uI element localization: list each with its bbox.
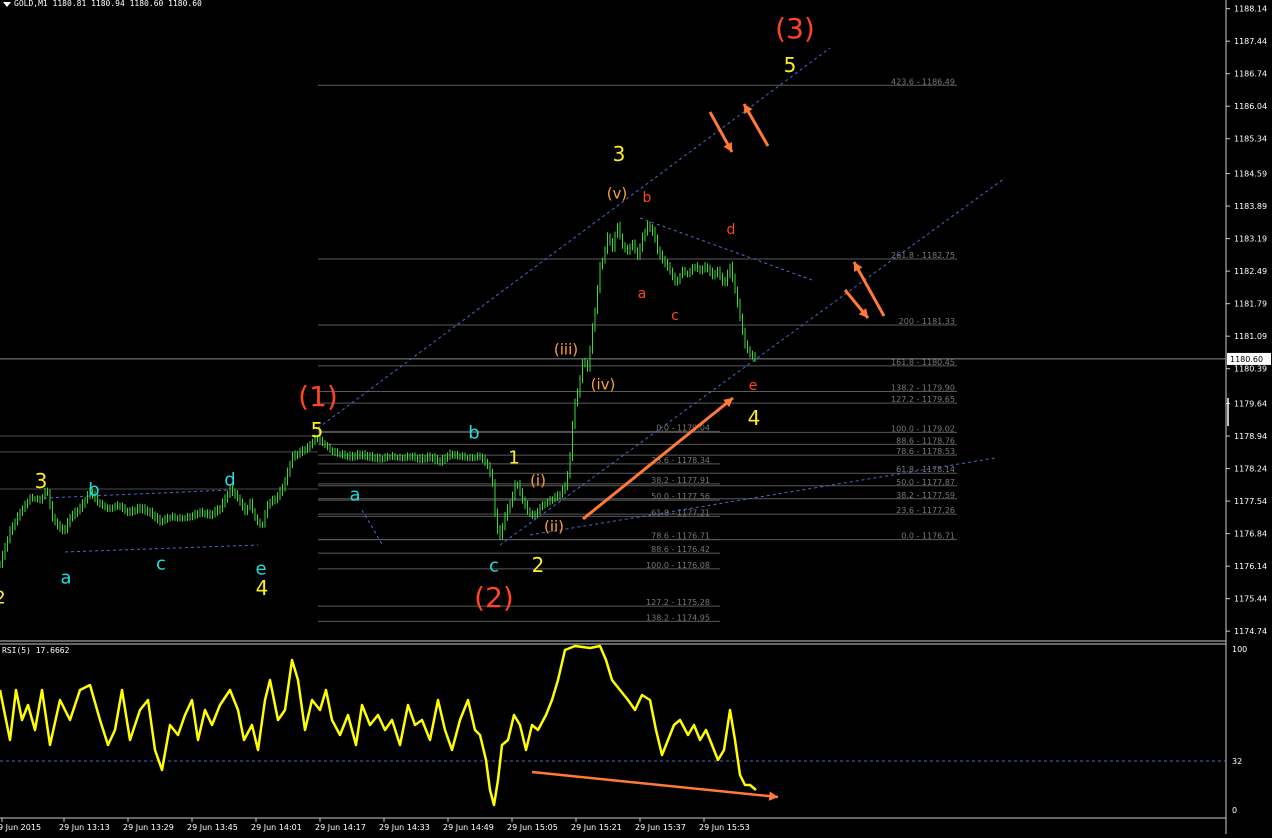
orange-arrow xyxy=(708,111,734,153)
wave-label: c xyxy=(489,555,499,576)
fib-level-label: 127.2 - 1175.28 xyxy=(646,598,710,607)
fib-level-label: 138.2 - 1179.90 xyxy=(891,383,955,392)
fib-level-label: 88.6 - 1178.76 xyxy=(896,436,955,445)
fib-level-label: 78.6 - 1178.53 xyxy=(896,447,955,456)
y-tick-label: 1187.44 xyxy=(1234,37,1267,46)
orange-arrow xyxy=(742,103,770,147)
fib-level-label: 423.6 - 1186.49 xyxy=(891,77,955,86)
fib-level-label: 78.6 - 1176.71 xyxy=(651,532,710,541)
x-tick-label: 29 Jun 14:17 xyxy=(315,823,366,832)
current-price-tag: 1180.60 xyxy=(1230,355,1263,364)
wave-label: d xyxy=(727,222,736,238)
wave-label: a xyxy=(638,286,647,302)
rsi-tick-label: 0 xyxy=(1232,806,1237,815)
wave-label: (ii) xyxy=(544,517,564,535)
fib-level-label: 100.0 - 1179.02 xyxy=(891,424,955,433)
wave-label: e xyxy=(749,378,758,394)
x-tick-label: 29 Jun 13:13 xyxy=(59,823,110,832)
y-tick-label: 1186.74 xyxy=(1234,70,1267,79)
wave-label: (i) xyxy=(530,471,546,489)
fib-level-label: 88.6 - 1176.42 xyxy=(651,545,710,554)
wave-label: 2 xyxy=(532,553,545,577)
fib-level-label: 200 - 1181.33 xyxy=(899,317,955,326)
y-tick-label: 1181.09 xyxy=(1234,332,1267,341)
fib-level-label: 38.2 - 1177.59 xyxy=(896,491,955,500)
fib-level-label: 50.0 - 1177.87 xyxy=(896,478,955,487)
y-tick-label: 1188.14 xyxy=(1234,5,1267,14)
rsi-tick-label: 32 xyxy=(1232,757,1242,766)
trendline xyxy=(361,509,383,545)
wave-label: b xyxy=(643,190,652,206)
orange-arrow xyxy=(843,289,870,319)
x-tick-label: 29 Jun 15:21 xyxy=(571,823,622,832)
y-tick-label: 1174.74 xyxy=(1234,627,1267,636)
fib-level-label: 50.0 - 1177.56 xyxy=(651,492,710,501)
y-tick-label: 1182.49 xyxy=(1234,267,1267,276)
fib-level-label: 261.8 - 1182.75 xyxy=(891,251,955,260)
y-tick-label: 1183.89 xyxy=(1234,202,1267,211)
wave-label: c xyxy=(671,308,679,324)
y-tick-label: 1183.19 xyxy=(1234,235,1267,244)
wave-label: c xyxy=(156,553,166,574)
arrow-head xyxy=(768,791,778,801)
y-tick-label: 1177.54 xyxy=(1234,497,1267,506)
y-tick-label: 1178.94 xyxy=(1234,432,1267,441)
wave-label: b xyxy=(88,479,99,500)
y-tick-label: 1176.84 xyxy=(1234,530,1267,539)
fib-level-label: 100.0 - 1176.08 xyxy=(646,561,710,570)
wave-label: 5 xyxy=(784,53,797,77)
wave-label: d xyxy=(224,469,235,490)
wave-label: (iii) xyxy=(554,340,578,358)
x-tick-label: 29 Jun 14:49 xyxy=(443,823,494,832)
wave-label: 3 xyxy=(613,142,626,166)
x-tick-label: 29 Jun 14:01 xyxy=(251,823,302,832)
y-tick-label: 1179.64 xyxy=(1234,400,1267,409)
rsi-line xyxy=(0,644,757,807)
fib-level-label: 0.0 - 1176.71 xyxy=(901,532,955,541)
wave-label: a xyxy=(60,567,71,588)
price-chart[interactable]: 423.6 - 1186.49 261.8 - 1182.75 200 - 1181… xyxy=(0,0,1272,834)
x-tick-label: 29 Jun 13:45 xyxy=(187,823,238,832)
trendline xyxy=(43,489,231,499)
symbol-dropdown-icon[interactable] xyxy=(3,2,11,7)
x-tick-label: 29 Jun 15:53 xyxy=(699,823,750,832)
y-tick-label: 1186.04 xyxy=(1234,102,1267,111)
wave-label: 4 xyxy=(748,406,761,430)
x-tick-label: 9 Jun 2015 xyxy=(0,823,41,832)
x-tick-label: 29 Jun 15:05 xyxy=(507,823,558,832)
fib-level-label: 127.2 - 1179.65 xyxy=(891,395,955,404)
y-tick-label: 1181.79 xyxy=(1234,300,1267,309)
trendline xyxy=(317,47,831,429)
chart-window[interactable]: 423.6 - 1186.49 261.8 - 1182.75 200 - 1181… xyxy=(0,0,1272,834)
fib-level-label: 138.2 - 1174.95 xyxy=(646,613,710,622)
wave-label: 3 xyxy=(35,469,48,493)
y-tick-label: 1175.44 xyxy=(1234,595,1267,604)
y-tick-label: 1184.59 xyxy=(1234,170,1267,179)
wave-label: 1 xyxy=(508,447,519,468)
y-tick-label: 1180.39 xyxy=(1234,365,1267,374)
y-tick-label: 1185.34 xyxy=(1234,135,1267,144)
y-tick-label: 1178.24 xyxy=(1234,465,1267,474)
wave-label: (iv) xyxy=(591,375,616,393)
wave-label: (3) xyxy=(775,12,815,45)
y-tick-label: 1176.14 xyxy=(1234,562,1267,571)
ohlc-values: 1180.81 1180.94 1180.60 1180.60 xyxy=(52,0,202,8)
wave-label: 2 xyxy=(0,587,6,608)
rsi-label: RSI(5) 17.6662 xyxy=(2,646,70,655)
x-tick-label: 29 Jun 14:33 xyxy=(379,823,430,832)
wave-label: (v) xyxy=(607,184,628,202)
wave-label: a xyxy=(349,484,360,505)
x-tick-label: 29 Jun 15:37 xyxy=(635,823,686,832)
wave-label: 5 xyxy=(311,418,324,442)
fib-level-label: 23.6 - 1177.26 xyxy=(896,506,955,515)
symbol-label: GOLD,M1 xyxy=(14,0,48,8)
wave-label: (1) xyxy=(298,380,338,413)
wave-label: (2) xyxy=(474,581,514,614)
rsi-tick-label: 100 xyxy=(1232,645,1247,654)
wave-label: b xyxy=(468,422,479,443)
fib-level-label: 38.2 - 1177.91 xyxy=(651,476,710,485)
wave-label: 4 xyxy=(256,576,269,600)
x-tick-label: 29 Jun 13:29 xyxy=(123,823,174,832)
trendline xyxy=(64,544,259,553)
